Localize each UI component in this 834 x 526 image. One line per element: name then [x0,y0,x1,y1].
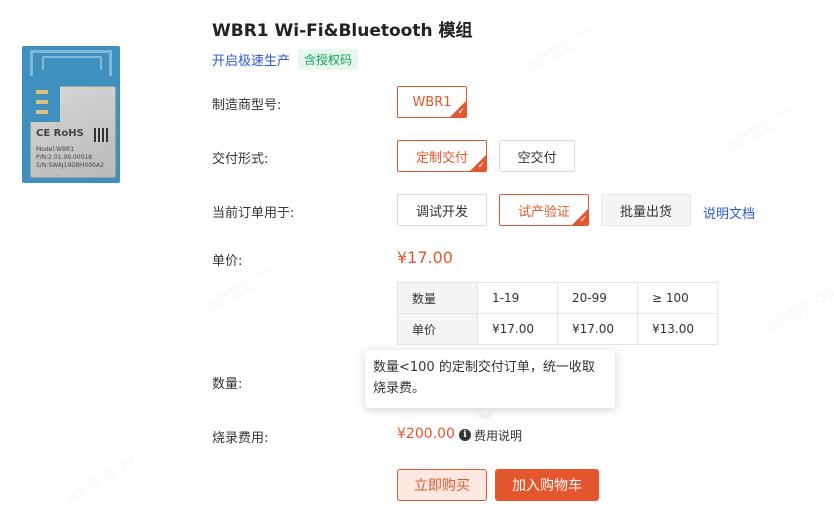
burn-fee-tooltip: 数量<100 的定制交付订单，统一收取烧录费。 [365,350,615,408]
product-title: WBR1 Wi-Fi&Bluetooth 模组 [212,21,473,41]
unit-price-value: ¥17.00 [397,248,453,267]
table-cell: ≥ 100 [637,282,718,314]
option-label: WBR1 [412,94,452,110]
watermark: 涂鸦智能-39 [720,102,798,159]
option-label: 试产验证 [517,204,570,220]
module-pn-text: P/N:2.01.99.00018 [36,154,93,161]
pin-pad [36,110,48,114]
option-label: 调试开发 [415,204,468,220]
table-cell: ¥13.00 [637,313,718,345]
module-sn-text: S/N:SWAJ19DBH000A2 [36,162,104,169]
watermark: 涂鸦智能-39 [200,262,278,319]
delivery-label: 交付形式: [212,152,269,167]
product-image: CE RoHS Model:WBR1 P/N:2.01.99.00018 S/N… [22,46,120,183]
pin-pad [36,100,48,104]
check-icon: ✓ [477,161,485,171]
ce-rohs-mark: CE RoHS [36,128,84,139]
fast-production-link[interactable]: 开启极速生产 [212,50,290,69]
table-cell: ¥17.00 [477,313,558,345]
option-wbr1[interactable]: WBR1 ✓ [397,86,467,118]
price-tier-table: 数量 1-19 20-99 ≥ 100 单价 ¥17.00 ¥17.00 ¥13… [397,282,718,345]
add-to-cart-button[interactable]: 加入购物车 [495,469,599,501]
table-cell: ¥17.00 [557,313,638,345]
watermark: 涂鸦智能-39 [520,22,598,79]
fee-explanation-link[interactable]: 费用说明 [474,427,522,444]
table-row: 单价 ¥17.00 ¥17.00 ¥13.00 [397,313,718,345]
doc-link[interactable]: 说明文档 [703,203,755,222]
table-cell: 1-19 [477,282,558,314]
order-use-label: 当前订单用于: [212,206,295,221]
option-custom-delivery[interactable]: 定制交付 ✓ [397,140,487,172]
table-cell: 20-99 [557,282,638,314]
option-debug-dev[interactable]: 调试开发 [397,194,487,226]
option-empty-delivery[interactable]: 空交付 [499,140,575,172]
check-icon: ✓ [457,107,465,117]
quantity-label: 数量: [212,377,243,392]
pin-pad [36,90,48,94]
buy-now-button[interactable]: 立即购买 [397,469,487,501]
info-icon[interactable]: i [459,429,471,441]
watermark: 涂鸦智能-39 [60,452,138,509]
auth-code-badge: 含授权码 [298,49,359,70]
table-header-cell: 单价 [397,313,478,345]
option-label: 空交付 [517,150,557,166]
unit-price-label: 单价: [212,254,243,269]
option-trial-production[interactable]: 试产验证 ✓ [499,194,589,226]
antenna-trace-inner [42,56,102,70]
option-label: 批量出货 [619,204,672,220]
watermark: 涂鸦智能-39 [760,282,834,339]
table-row: 数量 1-19 20-99 ≥ 100 [397,282,718,314]
burn-fee-value: ¥200.00 [397,426,455,442]
option-label: 定制交付 [415,150,468,166]
manufacturer-model-label: 制造商型号: [212,98,282,113]
option-mass-shipment[interactable]: 批量出货 [601,194,691,226]
qr-code [94,128,108,142]
table-header-cell: 数量 [397,282,478,314]
module-model-text: Model:WBR1 [36,146,75,153]
check-icon: ✓ [579,215,587,225]
burn-fee-label: 烧录费用: [212,431,269,446]
